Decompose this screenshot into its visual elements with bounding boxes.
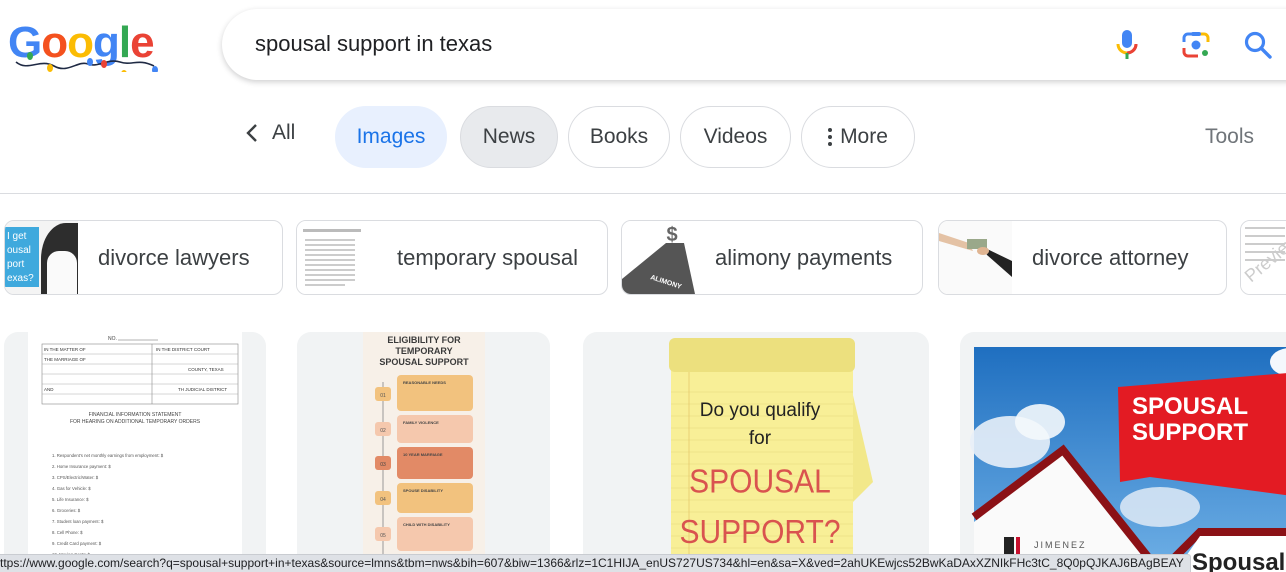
related-search-label: divorce lawyers [98, 244, 250, 270]
related-thumbnail: Preview [1241, 221, 1286, 294]
image-result[interactable]: ELIGIBILITY FOR TEMPORARY SPOUSAL SUPPOR… [297, 332, 550, 572]
svg-text:ELIGIBILITY FOR: ELIGIBILITY FOR [387, 335, 461, 345]
related-search-chip[interactable]: temporary spousal [296, 220, 608, 295]
tab-news[interactable]: News [460, 106, 558, 168]
svg-text:THE MARRIAGE OF: THE MARRIAGE OF [44, 357, 86, 362]
image-result[interactable]: Do you qualify for SPOUSAL SUPPORT? [583, 332, 929, 572]
svg-text:SPOUSAL: SPOUSAL [1132, 393, 1248, 420]
svg-text:2. Home Insurance payment: $: 2. Home Insurance payment: $ [52, 464, 111, 469]
tab-label: Images [356, 125, 426, 148]
svg-text:TEMPORARY: TEMPORARY [395, 346, 452, 356]
svg-text:IN THE DISTRICT COURT: IN THE DISTRICT COURT [156, 347, 210, 352]
svg-text:SPOUSAL: SPOUSAL [689, 462, 831, 500]
svg-text:COUNTY, TEXAS: COUNTY, TEXAS [188, 367, 224, 372]
related-thumbnail: I get ousal port exas? [5, 221, 78, 294]
svg-text:SPOUSAL SUPPORT: SPOUSAL SUPPORT [379, 357, 469, 367]
svg-text:FAMILY VIOLENCE: FAMILY VIOLENCE [403, 420, 439, 425]
notepad-image: Do you qualify for SPOUSAL SUPPORT? [669, 338, 873, 572]
money-handoff-thumbnail [939, 233, 1012, 277]
svg-text:05: 05 [380, 533, 386, 539]
google-logo[interactable]: Google [8, 18, 158, 72]
svg-text:04: 04 [380, 497, 386, 503]
more-vert-icon [828, 128, 833, 146]
voice-search-button[interactable] [1110, 28, 1144, 62]
svg-text:SUPPORT: SUPPORT [1132, 419, 1248, 446]
tab-label: Books [589, 125, 649, 148]
svg-text:REASONABLE NEEDS: REASONABLE NEEDS [403, 380, 446, 385]
svg-text:TH JUDICIAL DISTRICT: TH JUDICIAL DISTRICT [178, 387, 227, 392]
svg-text:$: $ [666, 224, 677, 246]
svg-text:9. Credit Card payment: $: 9. Credit Card payment: $ [52, 541, 102, 546]
svg-text:6. Groceries: $: 6. Groceries: $ [52, 508, 81, 513]
document-thumbnail [303, 229, 361, 286]
microphone-icon [1116, 30, 1138, 59]
svg-text:NO.: NO. [108, 336, 117, 342]
related-search-label: divorce attorney [1032, 244, 1189, 270]
svg-text:3. CPS/Electric/Water: $: 3. CPS/Electric/Water: $ [52, 475, 99, 480]
speech-bubble: I get ousal port exas? [5, 227, 39, 287]
image-result[interactable]: NO. IN THE MATTER OF IN THE DISTRICT COU… [4, 332, 266, 572]
eligibility-infographic-image: ELIGIBILITY FOR TEMPORARY SPOUSAL SUPPOR… [363, 332, 485, 572]
related-search-chip[interactable]: $ ALIMONY alimony payments [621, 220, 923, 295]
svg-text:AND: AND [44, 387, 54, 392]
related-thumbnail: $ ALIMONY [622, 221, 695, 294]
image-result[interactable]: SPOUSAL SUPPORT JIMENEZ LAW FIRM Spousal… [960, 332, 1286, 572]
tab-label: More [840, 125, 888, 148]
tab-label: Videos [703, 125, 768, 148]
search-by-image-button[interactable] [1179, 28, 1213, 62]
financial-statement-image: NO. IN THE MATTER OF IN THE DISTRICT COU… [28, 332, 242, 572]
tab-images[interactable]: Images [335, 106, 447, 168]
tab-more[interactable]: More [801, 106, 915, 168]
header-divider [0, 193, 1286, 194]
svg-text:SPOUSE DISABILITY: SPOUSE DISABILITY [403, 488, 443, 493]
svg-text:01: 01 [380, 393, 386, 399]
tools-button[interactable]: Tools [1205, 125, 1254, 149]
svg-text:Do you qualify: Do you qualify [700, 400, 821, 421]
search-button[interactable] [1241, 28, 1275, 62]
svg-text:02: 02 [380, 428, 386, 434]
tab-label: News [482, 125, 536, 148]
svg-text:Preview: Preview [1241, 229, 1286, 286]
svg-text:FOR HEARING ON ADDITIONAL TEMP: FOR HEARING ON ADDITIONAL TEMPORARY ORDE… [70, 419, 201, 425]
related-thumbnail [297, 221, 370, 294]
person-body [47, 251, 77, 294]
svg-text:SUPPORT?: SUPPORT? [679, 513, 840, 551]
svg-text:IN THE MATTER OF: IN THE MATTER OF [44, 347, 86, 352]
link-preview-status-bar: ttps://www.google.com/search?q=spousal+s… [0, 554, 1191, 572]
svg-text:5. Life Insurance: $: 5. Life Insurance: $ [52, 497, 89, 502]
search-input[interactable] [255, 29, 1055, 59]
tab-books[interactable]: Books [568, 106, 670, 168]
related-search-chip[interactable]: Preview [1240, 220, 1286, 295]
svg-text:Spousal S: Spousal S [1192, 549, 1286, 572]
svg-text:1. Respondent's net monthly ea: 1. Respondent's net monthly earnings fro… [52, 453, 164, 458]
search-bar [222, 9, 1286, 80]
spousal-support-banner-image: SPOUSAL SUPPORT JIMENEZ LAW FIRM Spousal… [970, 347, 1286, 572]
tab-videos[interactable]: Videos [680, 106, 791, 168]
related-search-label: alimony payments [715, 244, 893, 270]
all-tab-label: All [272, 121, 296, 144]
google-search-page: Google spousal support in texas All Imag… [0, 0, 1286, 572]
svg-text:10 YEAR MARRIAGE: 10 YEAR MARRIAGE [403, 452, 443, 457]
related-search-chip[interactable]: divorce attorney [938, 220, 1227, 295]
svg-text:FINANCIAL INFORMATION STATEMEN: FINANCIAL INFORMATION STATEMENT [89, 412, 182, 418]
svg-text:JIMENEZ: JIMENEZ [1034, 540, 1087, 550]
svg-text:7. Student loan payment: $: 7. Student loan payment: $ [52, 519, 104, 524]
svg-text:CHILD WITH DISABILITY: CHILD WITH DISABILITY [403, 522, 450, 527]
alimony-road-thumbnail: $ ALIMONY [622, 224, 695, 294]
svg-text:8. Cell Phone: $: 8. Cell Phone: $ [52, 530, 83, 535]
google-lens-icon [1182, 32, 1210, 58]
document-preview-thumbnail: Preview [1241, 227, 1286, 286]
svg-text:03: 03 [380, 462, 386, 468]
back-to-all-link[interactable]: All [246, 121, 295, 145]
related-search-label: temporary spousal [397, 244, 578, 270]
svg-text:4. Gas for Vehicle: $: 4. Gas for Vehicle: $ [52, 486, 91, 491]
search-icon [1244, 31, 1272, 59]
related-thumbnail [939, 221, 1012, 294]
svg-text:for: for [749, 428, 772, 449]
holiday-lights-icon [15, 52, 158, 72]
chevron-left-icon [246, 124, 257, 142]
search-tabs: All Images News Books Videos More Tools [0, 105, 1286, 169]
related-search-chip[interactable]: I get ousal port exas? divorce lawyers [4, 220, 283, 295]
